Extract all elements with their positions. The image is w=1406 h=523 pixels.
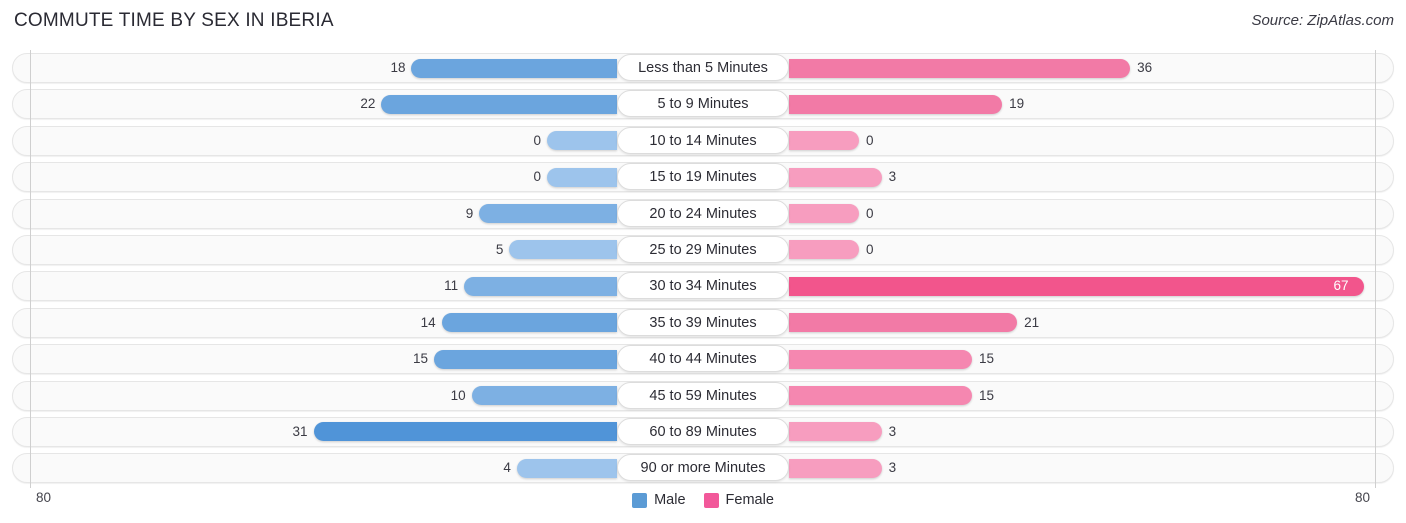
value-label-male: 18 bbox=[390, 60, 406, 75]
value-label-female: 0 bbox=[866, 132, 874, 148]
bar-male[interactable] bbox=[547, 167, 617, 187]
value-label-male: 5 bbox=[495, 241, 504, 257]
bar-male[interactable] bbox=[441, 313, 617, 333]
bar-row: 0 0 10 to 14 Minutes bbox=[0, 123, 1406, 159]
page-title: COMMUTE TIME BY SEX IN IBERIA bbox=[14, 10, 334, 31]
legend-item-male[interactable]: Male bbox=[632, 492, 686, 508]
category-label: Less than 5 Minutes bbox=[617, 54, 789, 81]
bar-row: 11 67 30 to 34 Minutes bbox=[0, 268, 1406, 304]
bar-row: 4 3 90 or more Minutes bbox=[0, 450, 1406, 486]
value-label-female: 15 bbox=[978, 351, 994, 367]
category-label: 5 to 9 Minutes bbox=[617, 90, 789, 118]
category-label: 30 to 34 Minutes bbox=[617, 272, 789, 300]
bar-female[interactable] bbox=[789, 386, 972, 406]
bar-male[interactable] bbox=[434, 349, 617, 369]
value-label-female: 36 bbox=[1137, 60, 1153, 75]
value-label-male: 31 bbox=[292, 423, 308, 439]
legend-swatch-female-icon bbox=[703, 492, 719, 508]
bar-male[interactable] bbox=[381, 94, 617, 114]
bar-row: 5 0 25 to 29 Minutes bbox=[0, 232, 1406, 268]
bar-female[interactable] bbox=[789, 422, 882, 442]
axis-line-right bbox=[1375, 50, 1376, 488]
value-label-female: 19 bbox=[1009, 96, 1025, 112]
value-label-female: 15 bbox=[978, 387, 994, 403]
bar-female[interactable] bbox=[789, 131, 859, 151]
value-label-female: 0 bbox=[866, 205, 874, 221]
bar-row: 9 0 20 to 24 Minutes bbox=[0, 196, 1406, 232]
value-label-male: 10 bbox=[450, 387, 466, 403]
bar-male[interactable] bbox=[471, 386, 617, 406]
bar-row: 14 21 35 to 39 Minutes bbox=[0, 305, 1406, 341]
bar-male[interactable] bbox=[479, 204, 617, 224]
category-label: 90 or more Minutes bbox=[617, 454, 789, 482]
category-label: 20 to 24 Minutes bbox=[617, 199, 789, 227]
axis-line-left bbox=[30, 50, 31, 488]
bar-row: 15 15 40 to 44 Minutes bbox=[0, 341, 1406, 377]
source-label: Source: ZipAtlas.com bbox=[1251, 12, 1394, 29]
legend: Male Female bbox=[0, 492, 1406, 508]
bar-row: 31 3 60 to 89 Minutes bbox=[0, 414, 1406, 450]
bar-male[interactable] bbox=[547, 131, 617, 151]
value-label-male: 22 bbox=[360, 96, 376, 112]
legend-label-female: Female bbox=[725, 492, 774, 508]
bar-female[interactable] bbox=[789, 58, 1131, 78]
bar-female[interactable] bbox=[789, 313, 1018, 333]
bar-female[interactable] bbox=[789, 167, 882, 187]
value-label-female: 3 bbox=[888, 460, 897, 476]
value-label-male: 0 bbox=[533, 169, 541, 185]
bar-female[interactable] bbox=[789, 349, 972, 369]
bar-female[interactable] bbox=[789, 240, 859, 260]
bar-row: 18 36 Less than 5 Minutes bbox=[0, 50, 1406, 86]
legend-item-female[interactable]: Female bbox=[703, 492, 774, 508]
value-label-male: 15 bbox=[413, 351, 429, 367]
bar-row: 0 3 15 to 19 Minutes bbox=[0, 159, 1406, 195]
bar-male[interactable] bbox=[313, 422, 617, 442]
chart-footer: 80 80 Male Female bbox=[0, 488, 1406, 523]
category-label: 45 to 59 Minutes bbox=[617, 381, 789, 409]
legend-label-male: Male bbox=[654, 492, 686, 508]
value-label-female: 3 bbox=[888, 169, 897, 185]
bar-row: 22 19 5 to 9 Minutes bbox=[0, 86, 1406, 122]
chart-page: COMMUTE TIME BY SEX IN IBERIA Source: Zi… bbox=[0, 0, 1406, 523]
legend-swatch-male-icon bbox=[632, 492, 648, 508]
category-label: 15 to 19 Minutes bbox=[617, 163, 789, 191]
value-label-female: 67 bbox=[1333, 278, 1349, 294]
bar-male[interactable] bbox=[411, 58, 617, 78]
value-label-male: 14 bbox=[420, 314, 436, 330]
plot-area: 18 36 Less than 5 Minutes 22 19 5 to 9 Minute… bbox=[0, 50, 1406, 488]
category-label: 10 to 14 Minutes bbox=[617, 126, 789, 154]
category-label: 35 to 39 Minutes bbox=[617, 308, 789, 336]
value-label-male: 4 bbox=[503, 460, 511, 476]
category-label: 40 to 44 Minutes bbox=[617, 345, 789, 373]
category-label: 60 to 89 Minutes bbox=[617, 417, 789, 445]
value-label-male: 11 bbox=[444, 278, 459, 294]
value-label-male: 9 bbox=[465, 205, 474, 221]
bar-female[interactable] bbox=[789, 204, 859, 224]
bar-female[interactable] bbox=[789, 94, 1003, 114]
bar-rows: 18 36 Less than 5 Minutes 22 19 5 to 9 Minute… bbox=[0, 50, 1406, 487]
category-label: 25 to 29 Minutes bbox=[617, 235, 789, 263]
value-label-female: 21 bbox=[1024, 314, 1040, 330]
bar-female[interactable] bbox=[789, 458, 882, 478]
bar-row: 10 15 45 to 59 Minutes bbox=[0, 378, 1406, 414]
bar-male[interactable] bbox=[516, 458, 617, 478]
value-label-female: 3 bbox=[888, 423, 897, 439]
bar-female[interactable] bbox=[789, 276, 1364, 296]
bar-male[interactable] bbox=[464, 276, 617, 296]
value-label-male: 0 bbox=[533, 132, 541, 148]
value-label-female: 0 bbox=[866, 241, 874, 257]
bar-male[interactable] bbox=[509, 240, 617, 260]
